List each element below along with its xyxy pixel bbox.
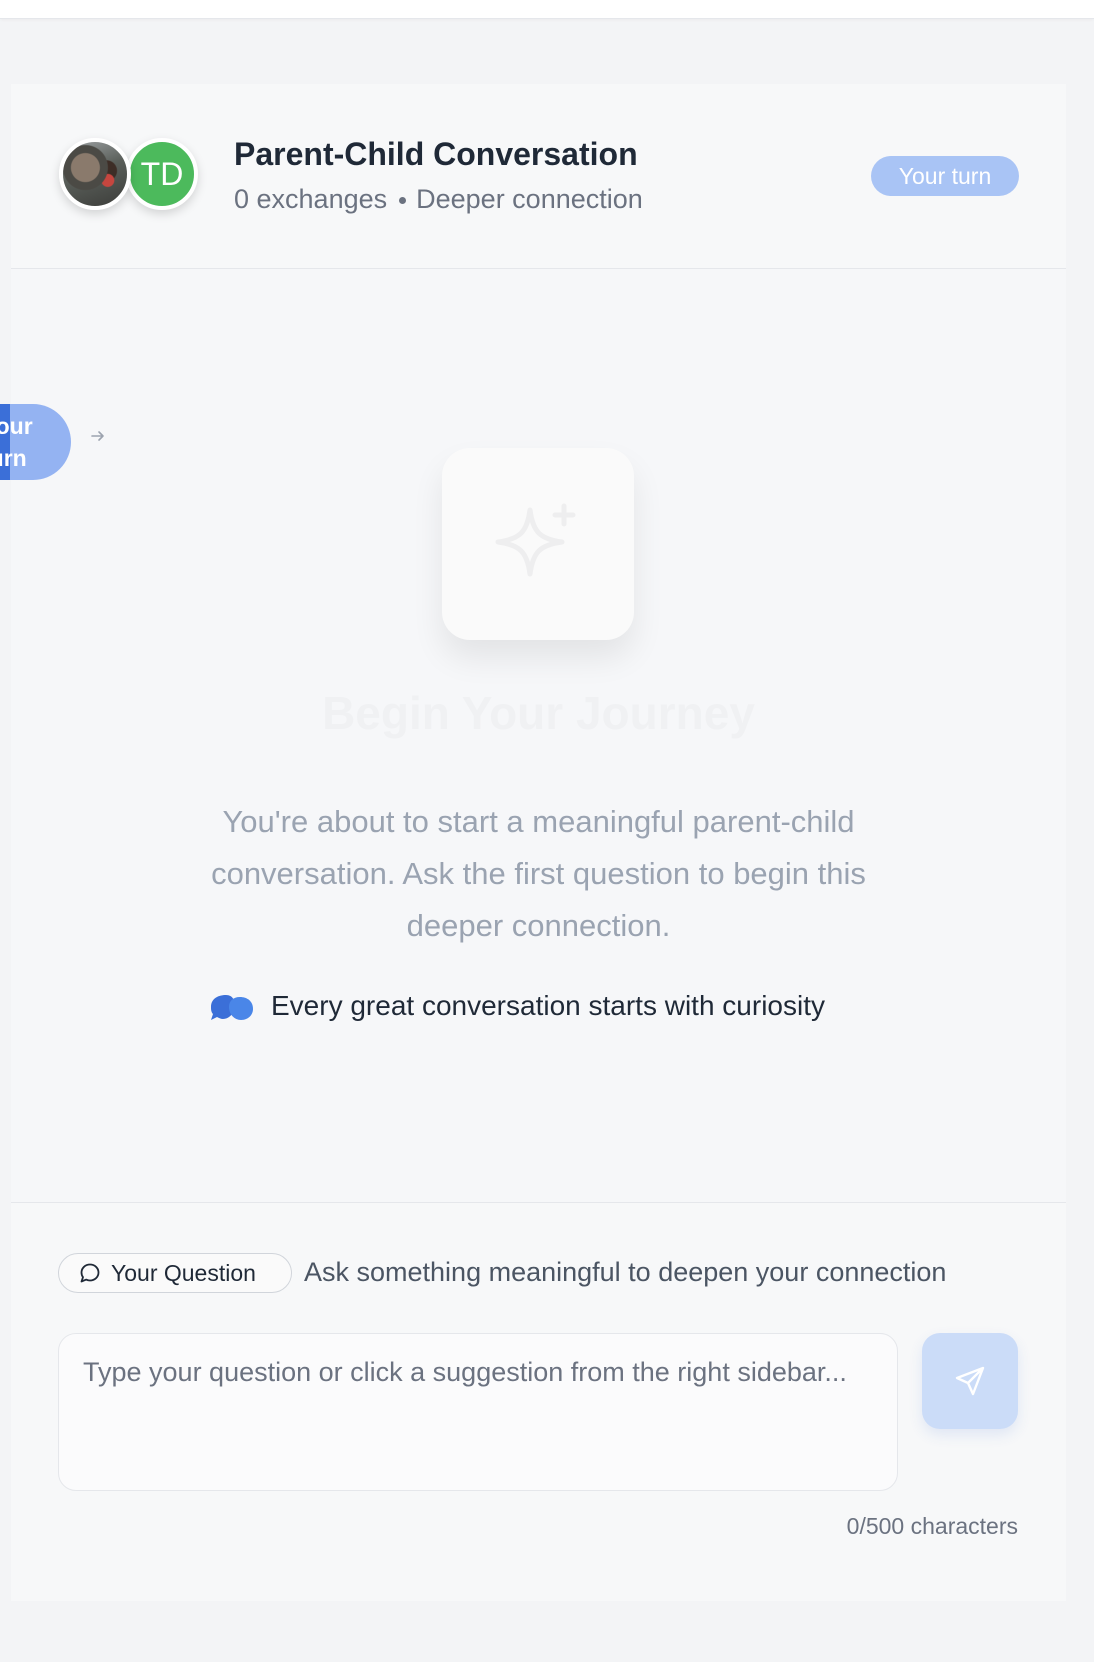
arrow-right-icon[interactable] bbox=[88, 426, 108, 446]
conversation-header: TD Parent-Child Conversation 0 exchanges… bbox=[11, 84, 1066, 269]
exchange-count: 0 exchanges bbox=[234, 184, 388, 214]
your-question-label: Your Question bbox=[111, 1259, 256, 1286]
question-input[interactable] bbox=[58, 1333, 898, 1491]
your-question-pill: Your Question bbox=[58, 1253, 292, 1293]
sparkles-icon bbox=[495, 503, 576, 577]
message-circle-icon bbox=[80, 1263, 100, 1283]
send-button[interactable] bbox=[922, 1333, 1018, 1429]
character-count: 0/500 characters bbox=[846, 1513, 1018, 1539]
empty-state-tip: Every great conversation starts with cur… bbox=[207, 986, 825, 1026]
top-bar bbox=[0, 0, 1094, 19]
empty-state-tip-text: Every great conversation starts with cur… bbox=[271, 990, 825, 1021]
child-avatar: TD bbox=[126, 138, 198, 210]
turn-indicator-label: Your turn bbox=[0, 413, 33, 471]
turn-indicator-tab[interactable]: Your turn bbox=[0, 404, 71, 480]
turn-status-badge: Your turn bbox=[871, 156, 1019, 196]
composer-helper-text: Ask something meaningful to deepen your … bbox=[304, 1257, 947, 1287]
separator-dot bbox=[399, 197, 407, 205]
conversation-subtitle: Deeper connection bbox=[416, 184, 643, 214]
conversation-title: Parent-Child Conversation bbox=[234, 136, 638, 172]
send-icon bbox=[955, 1366, 985, 1396]
empty-state-title: Begin Your Journey bbox=[322, 687, 755, 739]
conversation-panel: TD Parent-Child Conversation 0 exchanges… bbox=[11, 84, 1066, 1601]
quote-icon bbox=[211, 995, 253, 1020]
conversation-meta: 0 exchanges Deeper connection bbox=[234, 184, 643, 215]
composer: Your Question Ask something meaningful t… bbox=[11, 1202, 1066, 1601]
parent-avatar bbox=[59, 138, 131, 210]
empty-state-icon-box bbox=[442, 448, 634, 640]
empty-state-description: You're about to start a meaningful paren… bbox=[211, 804, 866, 943]
